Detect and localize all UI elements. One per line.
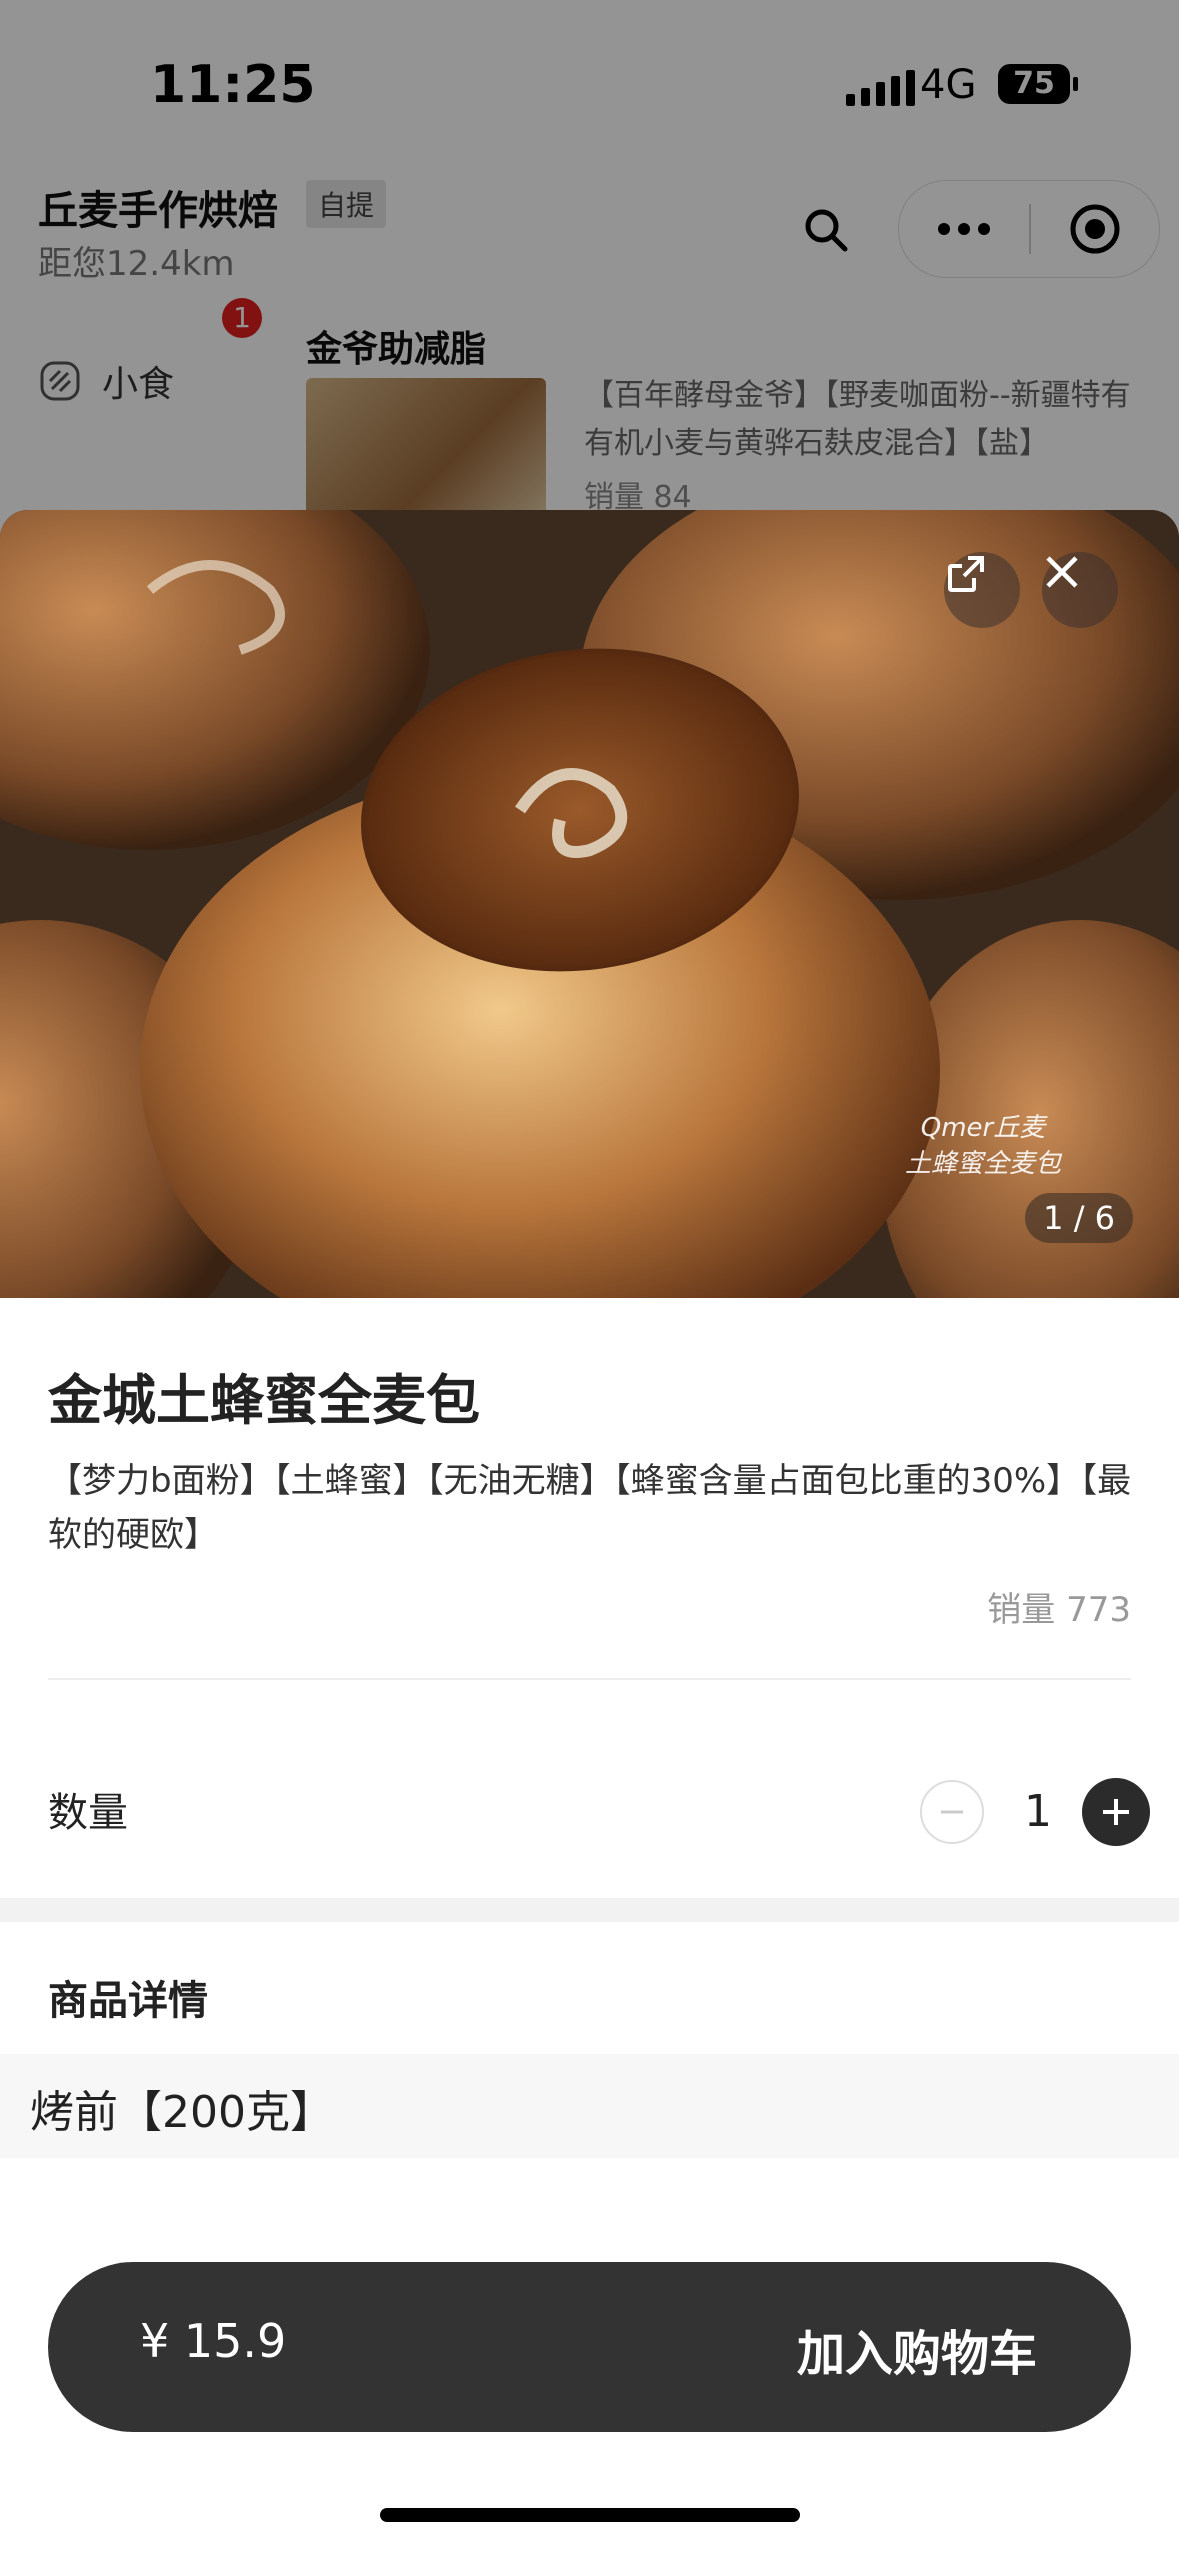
- image-counter: 1 / 6: [1025, 1193, 1133, 1243]
- watermark-line-1: Qmer丘麦: [920, 1113, 1046, 1143]
- section-separator: [0, 1898, 1179, 1922]
- plus-icon: [1103, 1799, 1129, 1825]
- quantity-label: 数量: [48, 1790, 128, 1836]
- add-to-cart-button[interactable]: 加入购物车: [797, 2314, 1037, 2384]
- product-detail-sheet: Qmer丘麦 土蜂蜜全麦包 1 / 6 金城土蜂蜜全麦包 【梦力b面粉】【土蜂蜜…: [0, 510, 1179, 2556]
- quantity-increase-button[interactable]: [1082, 1778, 1150, 1846]
- product-sales: 销量 773: [987, 1590, 1131, 1630]
- product-title: 金城土蜂蜜全麦包: [48, 1369, 480, 1432]
- quantity-value: 1: [1024, 1786, 1052, 1837]
- product-image[interactable]: Qmer丘麦 土蜂蜜全麦包 1 / 6: [0, 510, 1179, 1298]
- home-indicator: [380, 2508, 800, 2522]
- product-price: ¥ 15.9: [140, 2314, 287, 2368]
- quantity-decrease-button[interactable]: [920, 1780, 984, 1844]
- share-button[interactable]: [944, 552, 1020, 628]
- details-content: 烤前【200克】: [0, 2054, 1179, 2158]
- details-text: 烤前【200克】: [30, 2087, 334, 2138]
- divider: [48, 1678, 1131, 1680]
- cart-bar: ¥ 15.9 加入购物车: [48, 2262, 1131, 2432]
- close-icon: [1046, 556, 1078, 588]
- minus-icon: [941, 1810, 963, 1814]
- details-title: 商品详情: [48, 1978, 208, 2024]
- close-button[interactable]: [1042, 552, 1118, 628]
- image-watermark: Qmer丘麦 土蜂蜜全麦包: [905, 1110, 1061, 1182]
- watermark-line-2: 土蜂蜜全麦包: [904, 1149, 1061, 1179]
- share-icon: [948, 556, 984, 592]
- product-description: 【梦力b面粉】【土蜂蜜】【无油无糖】【蜂蜜含量占面包比重的30%】【最软的硬欧】: [48, 1461, 1132, 1555]
